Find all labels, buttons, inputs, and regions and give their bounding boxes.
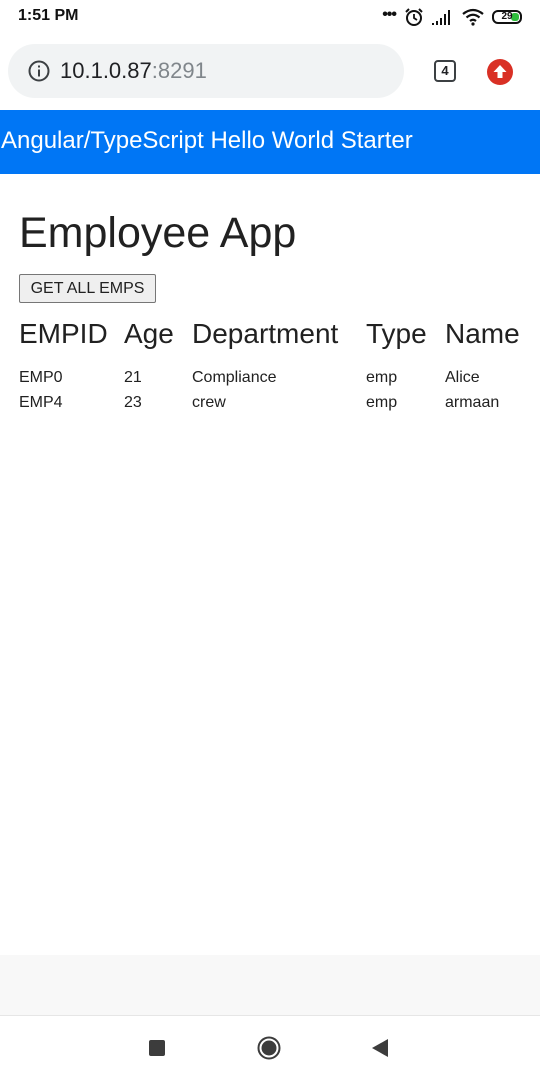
phone-screen: 1:51 PM ••• 29 10.1.0.87:8291 4 Angular/… bbox=[0, 0, 540, 1080]
more-dots-icon: ••• bbox=[382, 6, 397, 23]
url-text[interactable]: 10.1.0.87:8291 bbox=[60, 58, 207, 84]
url-host: 10.1.0.87 bbox=[60, 58, 152, 83]
cell-age: 21 bbox=[124, 369, 142, 386]
battery-level: 29 bbox=[501, 11, 513, 22]
signal-icon bbox=[432, 10, 450, 25]
get-all-emps-button[interactable]: GET ALL EMPS bbox=[19, 274, 156, 303]
status-time: 1:51 PM bbox=[18, 7, 79, 24]
recents-square-icon[interactable] bbox=[149, 1040, 165, 1056]
cell-name: armaan bbox=[445, 394, 500, 411]
battery-icon: 29 bbox=[492, 10, 522, 24]
cell-department: Compliance bbox=[192, 369, 277, 386]
table-header-age: Age bbox=[124, 318, 174, 349]
back-triangle-icon[interactable] bbox=[371, 1038, 389, 1058]
address-bar[interactable]: 10.1.0.87:8291 bbox=[8, 44, 404, 98]
cell-type: emp bbox=[366, 369, 398, 386]
cell-age: 23 bbox=[124, 394, 142, 411]
table-header-department: Department bbox=[192, 318, 339, 349]
table-header-name: Name bbox=[445, 318, 520, 349]
page-title: Employee App bbox=[19, 209, 297, 257]
status-bar: 1:51 PM ••• 29 bbox=[0, 0, 540, 34]
system-nav-bar bbox=[0, 1015, 540, 1080]
url-port: :8291 bbox=[151, 58, 207, 83]
browser-bottom-area bbox=[0, 955, 540, 1015]
table-header-empid: EMPID bbox=[19, 318, 108, 349]
info-icon[interactable] bbox=[28, 60, 50, 82]
employee-table: EMPID Age Department Type Name EMP0 21 C… bbox=[19, 316, 535, 426]
home-circle-icon[interactable] bbox=[257, 1036, 281, 1060]
cell-empid: EMP0 bbox=[19, 369, 63, 386]
app-header-title: Angular/TypeScript Hello World Starter bbox=[1, 127, 413, 154]
upload-icon[interactable] bbox=[487, 59, 513, 85]
status-icons: ••• 29 bbox=[382, 7, 522, 27]
table-header-type: Type bbox=[366, 318, 427, 349]
alarm-icon bbox=[405, 8, 423, 26]
tab-switcher-icon[interactable]: 4 bbox=[434, 60, 456, 82]
browser-toolbar: 10.1.0.87:8291 4 bbox=[0, 34, 540, 110]
cell-department: crew bbox=[192, 394, 226, 411]
cell-empid: EMP4 bbox=[19, 394, 63, 411]
cell-type: emp bbox=[366, 394, 398, 411]
app-header: Angular/TypeScript Hello World Starter bbox=[0, 110, 540, 174]
cell-name: Alice bbox=[445, 369, 480, 386]
wifi-icon bbox=[462, 8, 484, 26]
